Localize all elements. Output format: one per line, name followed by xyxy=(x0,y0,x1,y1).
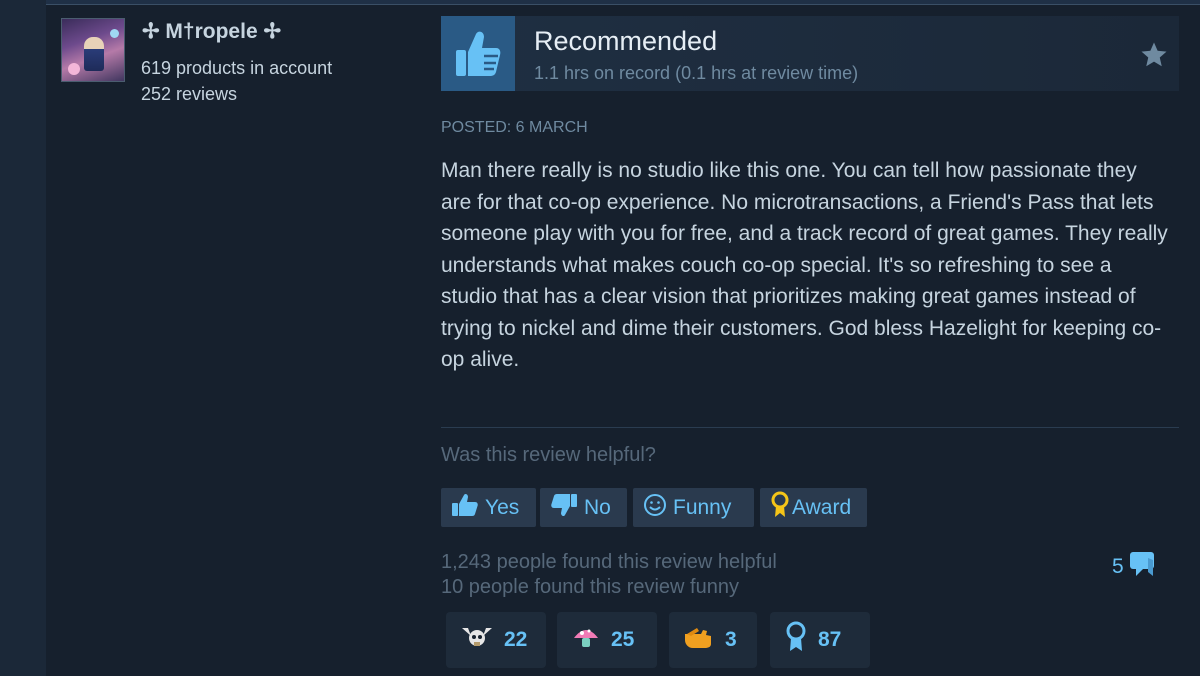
mushroom-icon xyxy=(571,624,601,656)
vote-header[interactable]: Recommended 1.1 hrs on record (0.1 hrs a… xyxy=(441,16,1179,91)
award-count: 3 xyxy=(725,628,737,651)
funny-button[interactable]: Funny xyxy=(633,488,754,527)
ribbon-medal-icon xyxy=(784,621,808,659)
products-count[interactable]: 619 products in account xyxy=(141,58,332,79)
thumbs-up-icon xyxy=(441,16,515,91)
star-icon[interactable] xyxy=(1139,40,1169,75)
pointing-hand-icon xyxy=(683,624,715,656)
divider xyxy=(441,427,1179,428)
no-label: No xyxy=(584,495,611,519)
award-count: 22 xyxy=(504,628,528,651)
author-name[interactable]: ✢ M†ropele ✢ xyxy=(142,19,281,44)
comments-link[interactable]: 5 xyxy=(1112,550,1156,584)
found-funny-count: 10 people found this review funny xyxy=(441,576,739,598)
verdict-title: Recommended xyxy=(534,26,718,56)
helpful-question: Was this review helpful? xyxy=(441,444,656,466)
award-ribbon-icon xyxy=(770,491,790,525)
funny-label: Funny xyxy=(673,495,732,519)
award-count: 25 xyxy=(611,628,635,651)
award-chip[interactable]: 87 xyxy=(770,612,870,668)
review-text: Man there really is no studio like this … xyxy=(441,159,1168,371)
yes-label: Yes xyxy=(485,495,520,519)
thumbs-up-icon xyxy=(451,493,479,523)
smiley-icon xyxy=(643,493,667,523)
yes-button[interactable]: Yes xyxy=(441,488,536,527)
award-button[interactable]: Award xyxy=(760,488,867,527)
horned-skull-icon xyxy=(460,624,494,656)
award-chip[interactable]: 25 xyxy=(557,612,657,668)
hours-on-record: 1.1 hrs on record (0.1 hrs at review tim… xyxy=(534,63,859,83)
comment-bubble-icon xyxy=(1128,550,1156,584)
award-chip[interactable]: 3 xyxy=(669,612,757,668)
reviews-count[interactable]: 252 reviews xyxy=(141,84,237,105)
thumbs-down-icon xyxy=(550,493,578,523)
award-count: 87 xyxy=(818,628,842,651)
posted-date: POSTED: 6 MARCH xyxy=(441,119,588,136)
award-chip[interactable]: 22 xyxy=(446,612,546,668)
award-label: Award xyxy=(792,495,852,519)
avatar[interactable] xyxy=(61,18,125,82)
comment-count: 5 xyxy=(1112,555,1124,578)
no-button[interactable]: No xyxy=(540,488,627,527)
found-helpful-count: 1,243 people found this review helpful xyxy=(441,551,777,573)
